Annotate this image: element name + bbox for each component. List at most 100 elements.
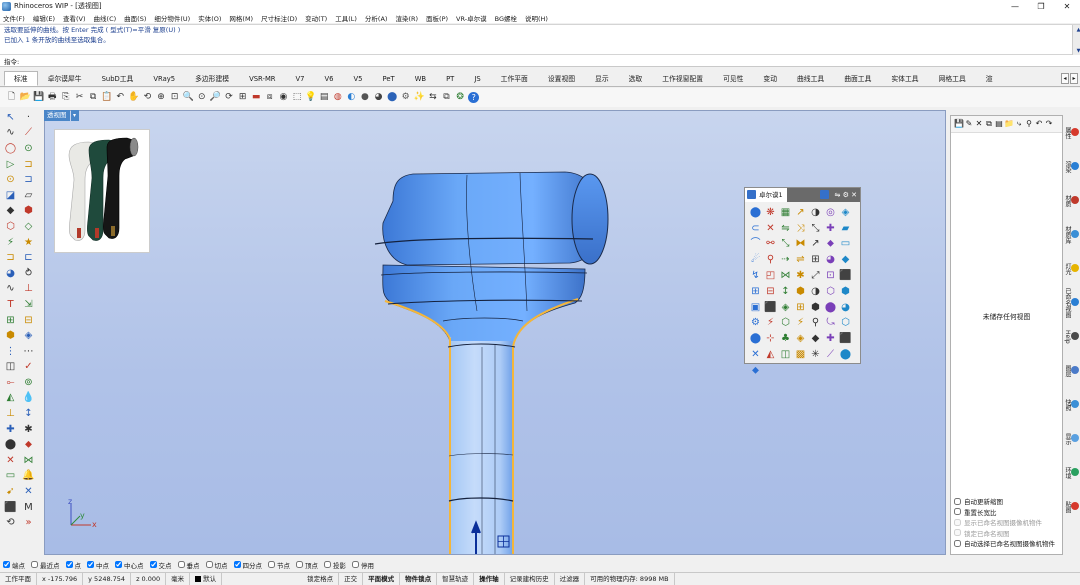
minimize-button[interactable]: — bbox=[1002, 0, 1028, 12]
import-icon[interactable]: ⎘ bbox=[60, 92, 71, 103]
tool-icon[interactable]: ◈ bbox=[22, 330, 35, 343]
menu-item[interactable]: 变动(T) bbox=[305, 13, 327, 23]
tab-scroll-left-icon[interactable]: ◂ bbox=[1061, 73, 1069, 84]
float-tool-icon[interactable]: ⚲ bbox=[763, 252, 778, 268]
float-tool-icon[interactable]: ♣ bbox=[778, 331, 793, 347]
checkbox[interactable] bbox=[87, 561, 94, 568]
new-icon[interactable]: 🗋 bbox=[6, 92, 17, 103]
status-y-coord[interactable]: y 5248.754 bbox=[83, 572, 132, 585]
tool-icon[interactable]: ⬥ bbox=[22, 439, 35, 452]
float-tool-icon[interactable]: ⋈ bbox=[778, 268, 793, 284]
float-controls[interactable]: ⇋ ⚙ ✕ bbox=[786, 187, 860, 202]
status-toggle[interactable]: 正交 bbox=[339, 572, 364, 585]
zoom-icon[interactable]: 🔍 bbox=[183, 92, 194, 103]
osnap-option[interactable]: 节点 bbox=[268, 560, 290, 570]
tool-icon[interactable]: ∿ bbox=[4, 283, 17, 296]
tab-item[interactable]: 工作视窗配置 bbox=[652, 71, 713, 86]
tool-icon[interactable]: ✓ bbox=[22, 361, 35, 374]
float-tool-icon[interactable]: ▰ bbox=[838, 221, 853, 237]
tool-icon[interactable]: ✕ bbox=[4, 454, 17, 467]
select-icon[interactable]: ⬚ bbox=[291, 92, 302, 103]
tab-item[interactable]: 选取 bbox=[619, 71, 653, 86]
undo-icon[interactable]: ↶ bbox=[115, 92, 126, 103]
float-tool-icon[interactable]: ▦ bbox=[778, 205, 793, 221]
float-tool-icon[interactable]: ⊡ bbox=[823, 268, 838, 284]
float-tool-icon[interactable]: ↗ bbox=[793, 205, 808, 221]
side-tab[interactable]: Help bbox=[1064, 319, 1079, 353]
menu-item[interactable]: 查看(V) bbox=[63, 13, 86, 23]
tool-icon[interactable]: ◕ bbox=[4, 267, 17, 280]
status-cplane[interactable]: 工作平面 bbox=[0, 572, 37, 585]
float-tool-icon[interactable]: ⬥ bbox=[748, 363, 763, 379]
float-tool-icon[interactable]: ▩ bbox=[793, 347, 808, 363]
zoom-extents-icon[interactable]: ⊕ bbox=[156, 92, 167, 103]
side-tab[interactable]: 快照 bbox=[1064, 387, 1079, 421]
menu-item[interactable]: 尺寸标注(D) bbox=[261, 13, 297, 23]
help-icon[interactable]: ? bbox=[468, 92, 480, 103]
tool-icon[interactable]: ⊥ bbox=[4, 408, 17, 421]
float-tool-icon[interactable]: ◈ bbox=[778, 300, 793, 316]
tool-icon[interactable]: ⊙ bbox=[22, 142, 35, 155]
osnap-option[interactable]: 投影 bbox=[324, 560, 346, 570]
checkbox[interactable] bbox=[115, 561, 122, 568]
menu-item[interactable]: 工具(L) bbox=[335, 13, 357, 23]
tool-icon[interactable]: ⬛ bbox=[4, 501, 17, 514]
tool-icon[interactable]: » bbox=[22, 517, 35, 530]
tool-icon[interactable]: ⊥ bbox=[22, 283, 35, 296]
tool-icon[interactable]: 🔔 bbox=[22, 470, 35, 483]
views-tool-icon[interactable]: ▤ bbox=[994, 120, 1004, 128]
checkbox[interactable] bbox=[31, 561, 38, 568]
tool-icon[interactable]: ⋈ bbox=[22, 454, 35, 467]
osnap-option[interactable]: 四分点 bbox=[233, 560, 262, 570]
float-tool-icon[interactable]: ⊞ bbox=[748, 284, 763, 300]
osnap-option[interactable]: 中心点 bbox=[115, 560, 144, 570]
float-tool-icon[interactable]: ◕ bbox=[823, 252, 838, 268]
tool-icon[interactable]: ⊐ bbox=[4, 252, 17, 265]
float-tool-icon[interactable]: ◆ bbox=[838, 252, 853, 268]
material-icon[interactable]: ◍ bbox=[332, 92, 343, 103]
tab-item[interactable]: V5 bbox=[344, 71, 373, 86]
float-tool-icon[interactable]: ◰ bbox=[763, 268, 778, 284]
pan-icon[interactable]: ✋ bbox=[128, 92, 139, 103]
tab-item[interactable]: 网格工具 bbox=[929, 71, 976, 86]
float-tool-icon[interactable]: ↕ bbox=[778, 284, 793, 300]
checkbox[interactable] bbox=[177, 561, 185, 568]
float-tool-icon[interactable]: ⇋ bbox=[778, 221, 793, 237]
cut-icon[interactable]: ✂ bbox=[74, 92, 85, 103]
float-tool-icon[interactable]: ✳ bbox=[808, 347, 823, 363]
osnap-option[interactable]: 中点 bbox=[87, 560, 109, 570]
command-input[interactable] bbox=[23, 57, 1080, 64]
float-tool-icon[interactable]: ◈ bbox=[838, 205, 853, 221]
menu-item[interactable]: 分析(A) bbox=[365, 13, 388, 23]
float-tool-icon[interactable]: ☄ bbox=[748, 252, 763, 268]
checkbox[interactable] bbox=[3, 561, 10, 568]
status-units[interactable]: 毫米 bbox=[166, 572, 191, 585]
views-tool-icon[interactable]: ✎ bbox=[964, 120, 974, 128]
float-tool-icon[interactable]: ⬢ bbox=[808, 300, 823, 316]
osnap-option[interactable]: 点 bbox=[65, 560, 81, 570]
copy-icon[interactable]: ⧉ bbox=[88, 92, 99, 103]
float-tool-icon[interactable]: ⊟ bbox=[763, 284, 778, 300]
checkbox[interactable] bbox=[352, 561, 359, 568]
osnap-option[interactable]: 交点 bbox=[149, 560, 172, 570]
float-tool-icon[interactable]: ↯ bbox=[748, 268, 763, 284]
float-tool-icon[interactable]: ✚ bbox=[823, 221, 838, 237]
float-tool-icon[interactable]: ⇢ bbox=[778, 252, 793, 268]
tool-icon[interactable]: ✕ bbox=[22, 486, 35, 499]
tool-icon[interactable]: ➹ bbox=[4, 486, 17, 499]
views-tool-icon[interactable]: ⧉ bbox=[984, 120, 994, 128]
tool-icon[interactable]: ★ bbox=[22, 236, 35, 249]
float-tool-icon[interactable]: ⬛ bbox=[763, 300, 778, 316]
side-tab[interactable]: 环境 bbox=[1064, 455, 1079, 489]
tool-icon[interactable]: ∿ bbox=[4, 127, 17, 140]
tool-icon[interactable]: ⬡ bbox=[4, 220, 17, 233]
viewport-menu-icon[interactable]: ▾ bbox=[70, 110, 79, 121]
tool-icon[interactable]: ✚ bbox=[4, 423, 17, 436]
viewport-layout-icon[interactable]: ⊞ bbox=[237, 92, 248, 103]
float-tool-icon[interactable]: ⧓ bbox=[793, 237, 808, 253]
save-icon[interactable]: 💾 bbox=[33, 92, 44, 103]
tool-icon[interactable]: ⊐ bbox=[22, 158, 35, 171]
views-tool-icon[interactable]: ⤷ bbox=[1014, 120, 1024, 128]
tab-item[interactable]: V6 bbox=[315, 71, 344, 86]
float-tool-icon[interactable]: ◫ bbox=[778, 347, 793, 363]
